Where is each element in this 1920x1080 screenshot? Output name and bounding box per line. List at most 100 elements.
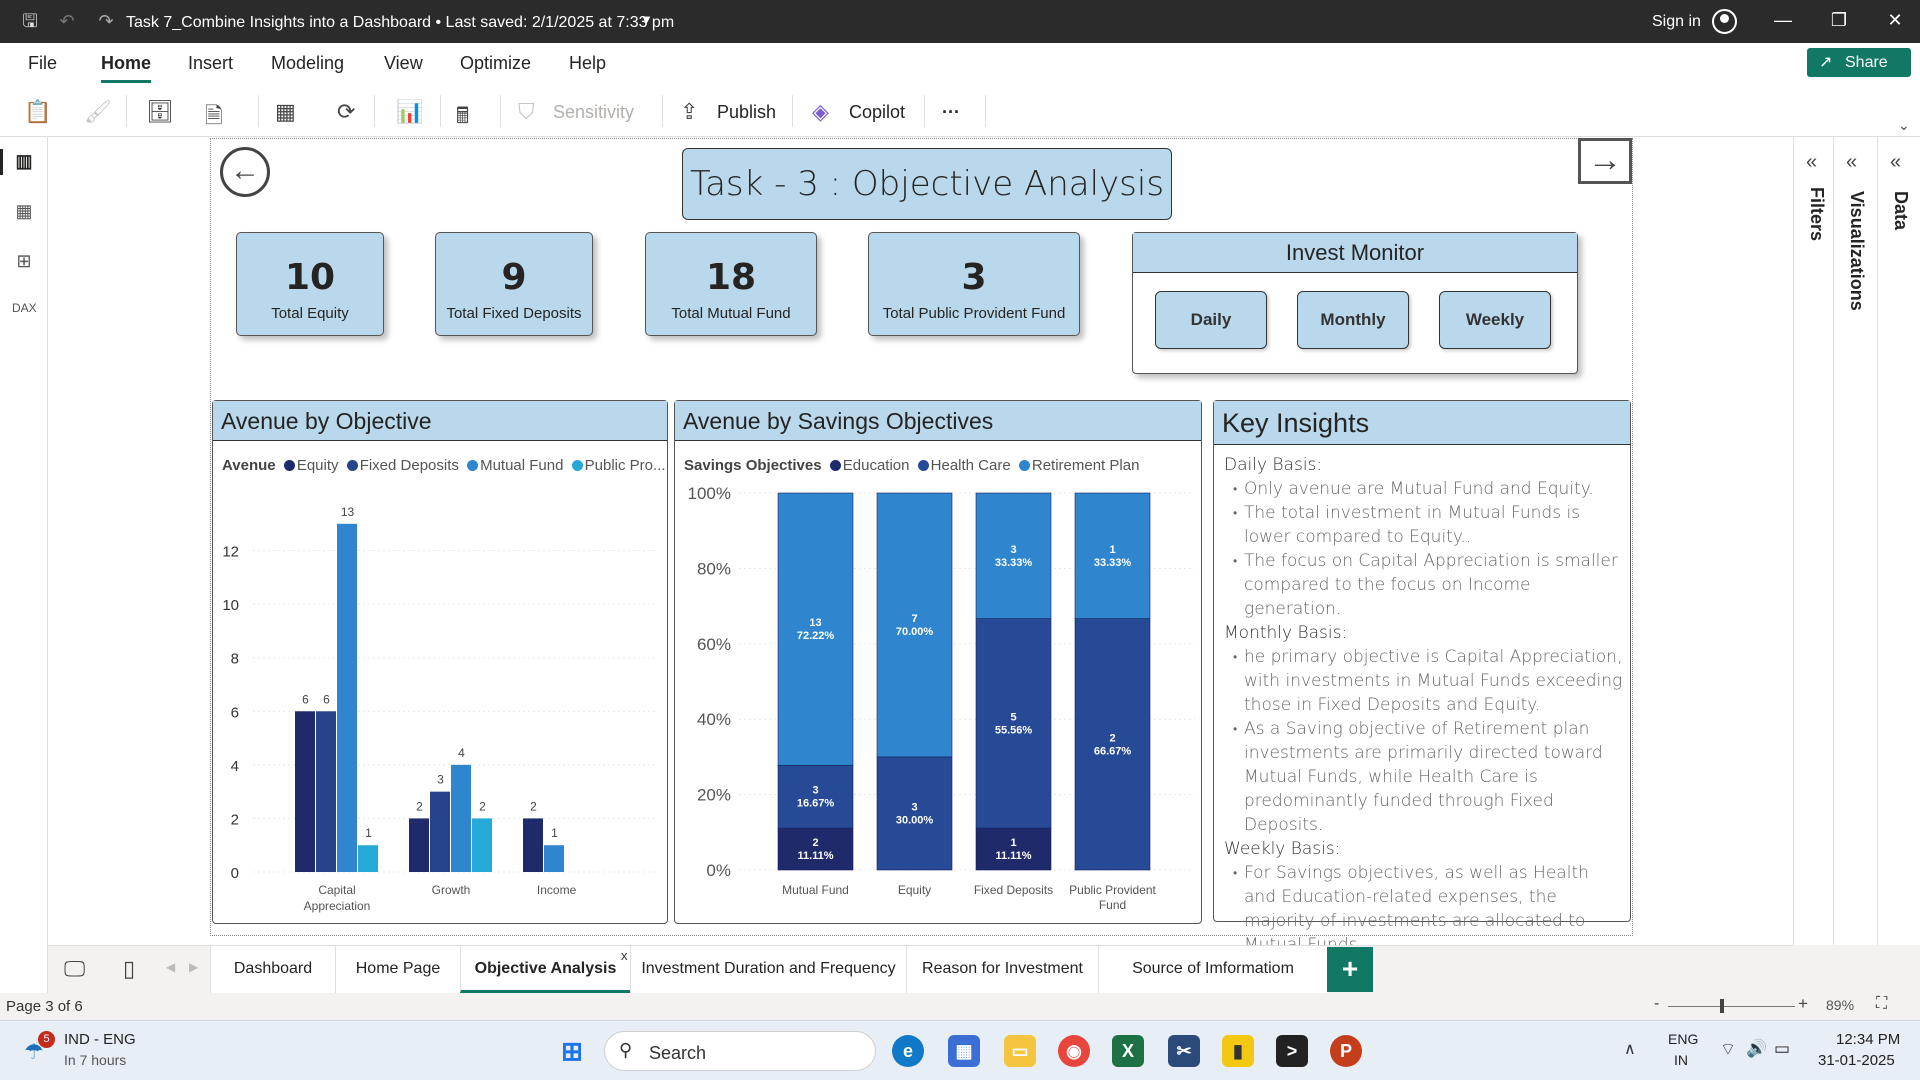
next-arrow-icon[interactable]: → [1578,138,1632,184]
powerpoint-icon[interactable]: P [1330,1035,1362,1067]
publish-button[interactable]: Publish [717,102,776,123]
tab-file[interactable]: File [28,53,57,74]
title-dropdown-icon[interactable]: ▼ [640,12,653,27]
page-tab-dashboard[interactable]: Dashboard [210,946,335,993]
expand-filters-icon[interactable]: « [1806,151,1817,174]
clock-time[interactable]: 12:34 PM [1836,1031,1900,1048]
tab-help[interactable]: Help [569,53,606,74]
edge-icon[interactable]: e [892,1035,924,1067]
legend-item[interactable]: Health Care [931,457,1011,474]
more-options-button[interactable]: ··· [942,102,960,123]
redo-icon[interactable]: ↷ [95,10,117,32]
sign-in-link[interactable]: Sign in [1652,13,1701,31]
language-indicator[interactable]: ENG [1668,1031,1698,1047]
data-label[interactable]: Data [1890,191,1911,230]
page-tab-home-page[interactable]: Home Page [335,946,460,993]
weather-title[interactable]: IND - ENG [64,1031,136,1048]
legend-item[interactable]: Education [843,457,910,474]
add-page-button[interactable]: + [1327,947,1373,992]
zoom-level[interactable]: 89% [1826,997,1854,1013]
weather-icon[interactable]: ☂ 5 [24,1031,55,1065]
language-region[interactable]: IN [1674,1052,1688,1068]
copilot-button[interactable]: Copilot [849,102,905,123]
battery-icon[interactable]: ▭ [1774,1039,1790,1059]
visualizations-label[interactable]: Visualizations [1846,191,1867,311]
zoom-out-icon[interactable]: - [1654,995,1659,1013]
filters-pane[interactable]: « Filters [1793,137,1833,945]
scroll-right-icon[interactable]: ▶ [189,960,198,974]
share-button[interactable]: Share [1807,48,1911,77]
expand-data-icon[interactable]: « [1890,151,1901,174]
excel-icon[interactable]: X [1112,1035,1144,1067]
desktop-layout-icon[interactable]: 🖵 [64,956,85,982]
refresh-icon[interactable]: ⟳ [337,99,355,125]
zoom-slider[interactable] [1668,1006,1795,1007]
kpi-card-public-provident-fund[interactable]: 3 Total Public Provident Fund [868,232,1080,336]
paste-icon[interactable]: 📋 [24,99,51,125]
terminal-icon[interactable]: > [1276,1035,1308,1067]
tab-home[interactable]: Home [101,53,152,83]
page-tab-reason-for-investment[interactable]: Reason for Investment [906,946,1098,993]
report-view-icon[interactable]: ▥ [0,149,36,175]
taskbar-search[interactable]: ⚲ Search [604,1031,876,1071]
new-measure-icon[interactable]: 🖩 [456,99,469,137]
transform-data-icon[interactable]: ▦ [275,99,296,125]
weekly-button[interactable]: Weekly [1439,291,1551,349]
legend-item[interactable]: Public Pro... [585,457,666,474]
save-icon[interactable]: 🖫 [19,10,41,32]
start-icon[interactable]: ⊞ [556,1035,588,1067]
daily-button[interactable]: Daily [1155,291,1267,349]
wifi-icon[interactable]: ⌔ [1720,1039,1736,1060]
collapse-ribbon-icon[interactable]: ⌄ [1898,117,1910,134]
tab-insert[interactable]: Insert [188,53,233,74]
chrome-icon[interactable]: ◉ [1058,1035,1090,1067]
page-tab-objective-analysis[interactable]: Objective Analysis [460,946,630,993]
undo-icon[interactable]: ↶ [56,10,78,32]
publish-icon[interactable]: ⇪ [680,99,698,125]
tab-view[interactable]: View [384,53,423,74]
get-data-icon[interactable]: 🗄 [146,99,174,125]
tab-optimize[interactable]: Optimize [460,53,531,74]
fit-to-page-icon[interactable]: ⛶ [1876,995,1887,1013]
mobile-layout-icon[interactable]: ▯ [123,956,135,982]
legend-item[interactable]: Mutual Fund [480,457,563,474]
show-hidden-icons[interactable]: ∧ [1624,1039,1636,1059]
page-tab-source-of-information[interactable]: Source of Imformatiom [1098,946,1327,993]
expand-visualizations-icon[interactable]: « [1846,151,1857,174]
dax-query-icon[interactable]: DAX [12,301,37,325]
new-visual-icon[interactable]: 📊 [396,99,423,125]
restore-icon[interactable]: ❐ [1824,10,1854,31]
volume-icon[interactable]: 🔊 [1746,1039,1767,1059]
monthly-button[interactable]: Monthly [1297,291,1409,349]
page-tab-investment-duration[interactable]: Investment Duration and Frequency [630,946,906,993]
legend-item[interactable]: Retirement Plan [1032,457,1140,474]
tab-modeling[interactable]: Modeling [271,53,344,74]
filters-label[interactable]: Filters [1806,187,1827,241]
kpi-card-fixed-deposits[interactable]: 9 Total Fixed Deposits [435,232,593,336]
snipping-tool-icon[interactable]: ✂ [1168,1035,1200,1067]
file-explorer-icon[interactable]: ▭ [1004,1035,1036,1067]
new-source-icon[interactable]: 🗎 [205,99,223,137]
model-view-icon[interactable]: ⊞ [12,251,36,275]
scroll-left-icon[interactable]: ◀ [166,960,175,974]
user-icon[interactable] [1712,9,1737,34]
weather-subtitle[interactable]: In 7 hours [64,1052,126,1068]
data-pane[interactable]: « Data [1877,137,1920,945]
zoom-in-icon[interactable]: + [1798,994,1808,1014]
clock-date[interactable]: 31-01-2025 [1818,1052,1895,1069]
avenue-by-objective-chart[interactable]: Avenue by Objective Avenue Equity Fixed … [212,400,668,924]
legend-item[interactable]: Equity [297,457,339,474]
power-bi-icon[interactable]: ▮ [1222,1035,1254,1067]
back-arrow-icon[interactable]: ← [220,147,270,197]
kpi-card-mutual-fund[interactable]: 18 Total Mutual Fund [645,232,817,336]
avenue-by-savings-objectives-chart[interactable]: Avenue by Savings Objectives Savings Obj… [674,400,1202,924]
legend-item[interactable]: Fixed Deposits [360,457,459,474]
minimize-icon[interactable]: — [1768,10,1798,31]
visualizations-pane[interactable]: « Visualizations [1833,137,1877,945]
format-painter-icon[interactable]: 🖌 [84,99,112,125]
zoom-slider-thumb[interactable] [1720,999,1724,1013]
close-icon[interactable]: ✕ [1880,10,1910,31]
store-icon[interactable]: ▦ [948,1035,980,1067]
kpi-card-equity[interactable]: 10 Total Equity [236,232,384,336]
copilot-icon[interactable]: ◈ [812,99,829,125]
